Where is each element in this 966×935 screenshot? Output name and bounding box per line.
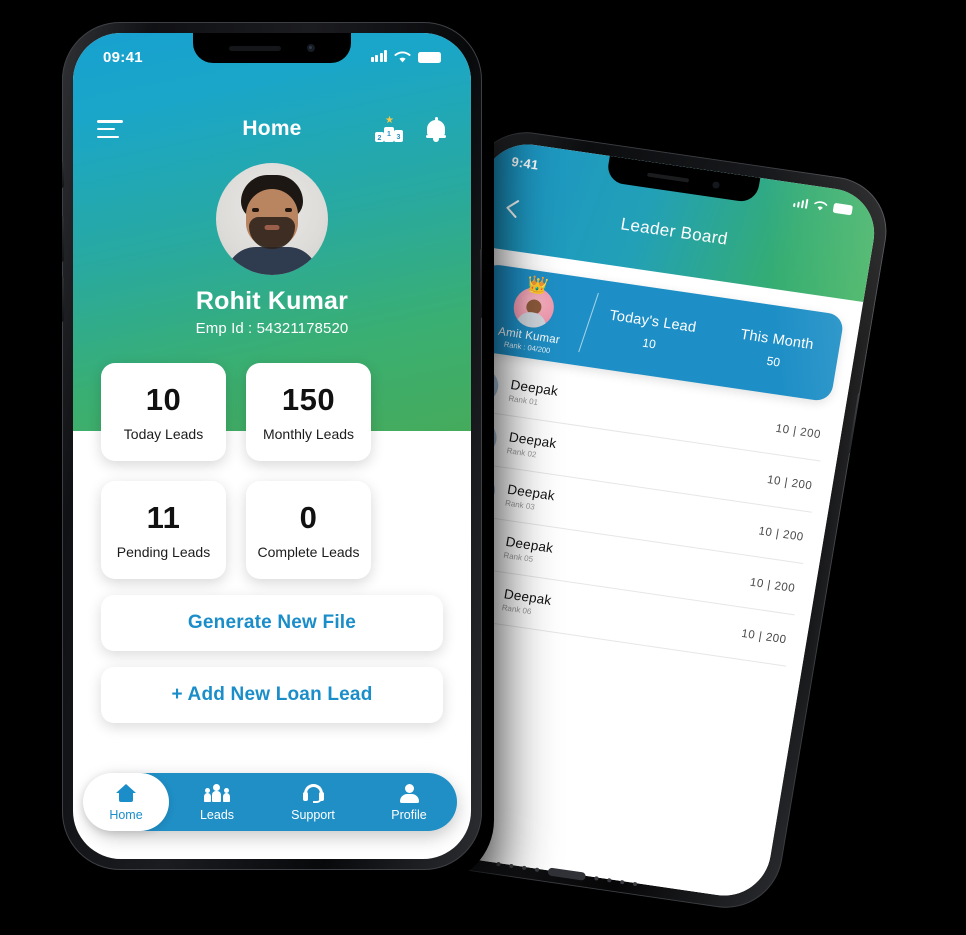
- battery-icon: [418, 51, 441, 63]
- star-icon: ★: [385, 115, 394, 126]
- bottom-tab-bar: Home Leads Support Profile: [83, 773, 457, 831]
- wifi-icon: [394, 50, 411, 62]
- tab-profile[interactable]: Profile: [361, 782, 457, 822]
- employee-id: Emp Id : 54321178520: [195, 320, 349, 337]
- stat-this-month: This Month 50: [710, 323, 840, 378]
- add-new-loan-lead-button[interactable]: + Add New Loan Lead: [101, 667, 443, 723]
- row-score: 10 | 200: [740, 627, 788, 646]
- battery-icon: [832, 202, 854, 216]
- stat-value: 10: [145, 382, 182, 417]
- front-camera-icon: [711, 180, 720, 189]
- stat-value: 150: [281, 382, 336, 417]
- volume-down-button[interactable]: [62, 276, 64, 322]
- stat-todays-lead: Today's Lead 10: [586, 304, 716, 359]
- generate-new-file-button[interactable]: Generate New File: [101, 595, 443, 651]
- screenshot-stage: 9:41 Leader Board 👑 Amit Kumar Rank: 04…: [0, 0, 966, 935]
- podium-place-1: 1: [384, 127, 394, 142]
- podium-place-2: 2: [375, 132, 384, 142]
- appbar-actions: ★ 2 1 3: [375, 115, 447, 142]
- stat-value: 11: [146, 500, 181, 535]
- status-time: 09:41: [103, 48, 143, 66]
- status-icons: [792, 196, 854, 216]
- stat-card-pending-leads[interactable]: 11 Pending Leads: [101, 481, 226, 579]
- crown-icon: 👑: [525, 273, 550, 296]
- tab-leads[interactable]: Leads: [169, 782, 265, 822]
- stats-grid: 10 Today Leads 150 Monthly Leads 11 Pend…: [101, 363, 443, 579]
- home-icon: [116, 782, 136, 804]
- headset-icon: [265, 782, 361, 804]
- signal-bars-icon: [792, 197, 809, 209]
- person-icon: [361, 782, 457, 804]
- tab-home[interactable]: Home: [83, 773, 169, 831]
- volume-up-button[interactable]: [62, 216, 64, 262]
- status-time: 9:41: [510, 153, 540, 173]
- front-camera-icon: [307, 44, 315, 52]
- tab-label: Profile: [391, 808, 427, 822]
- row-score: 10 | 200: [757, 524, 805, 544]
- podium-icon[interactable]: ★ 2 1 3: [375, 115, 403, 142]
- row-score: 10 | 200: [774, 422, 822, 441]
- stat-value: 0: [299, 500, 318, 535]
- phone-screen: 09:41 Home ★ 2 1 3 Rohit Kumar Emp Id: …: [73, 33, 471, 859]
- notch: [193, 33, 351, 63]
- stat-label: Complete Leads: [257, 544, 360, 560]
- tab-support[interactable]: Support: [265, 782, 361, 822]
- avatar[interactable]: [216, 163, 328, 275]
- phone-frame: 09:41 Home ★ 2 1 3 Rohit Kumar Emp Id: …: [62, 22, 482, 870]
- wifi-icon: [814, 200, 828, 210]
- status-icons: [370, 50, 441, 64]
- earpiece-speaker-icon: [646, 172, 689, 183]
- earpiece-speaker-icon: [229, 45, 281, 51]
- stat-label: Today Leads: [123, 426, 204, 442]
- tab-label: Leads: [199, 808, 235, 822]
- stat-card-monthly-leads[interactable]: 150 Monthly Leads: [246, 363, 371, 461]
- row-score: 10 | 200: [766, 473, 814, 492]
- podium-place-3: 3: [394, 130, 403, 142]
- users-icon: [169, 782, 265, 804]
- stat-label: Pending Leads: [116, 544, 211, 560]
- power-button[interactable]: [480, 248, 482, 318]
- user-name: Rohit Kumar: [195, 287, 349, 315]
- stat-card-complete-leads[interactable]: 0 Complete Leads: [246, 481, 371, 579]
- app-bar: Home ★ 2 1 3: [73, 105, 471, 153]
- stat-label: Monthly Leads: [262, 426, 355, 442]
- row-score: 10 | 200: [749, 576, 796, 595]
- tab-label: Support: [291, 808, 335, 822]
- stat-card-today-leads[interactable]: 10 Today Leads: [101, 363, 226, 461]
- profile-block: Rohit Kumar Emp Id : 54321178520: [73, 163, 471, 337]
- signal-bars-icon: [370, 50, 387, 62]
- silent-switch[interactable]: [62, 162, 64, 188]
- home-phone: 09:41 Home ★ 2 1 3 Rohit Kumar Emp Id: …: [50, 12, 494, 884]
- bell-icon[interactable]: [425, 117, 447, 142]
- highlight-stats: Today's Lead 10 This Month 50: [586, 304, 841, 377]
- tab-label: Home: [109, 808, 143, 822]
